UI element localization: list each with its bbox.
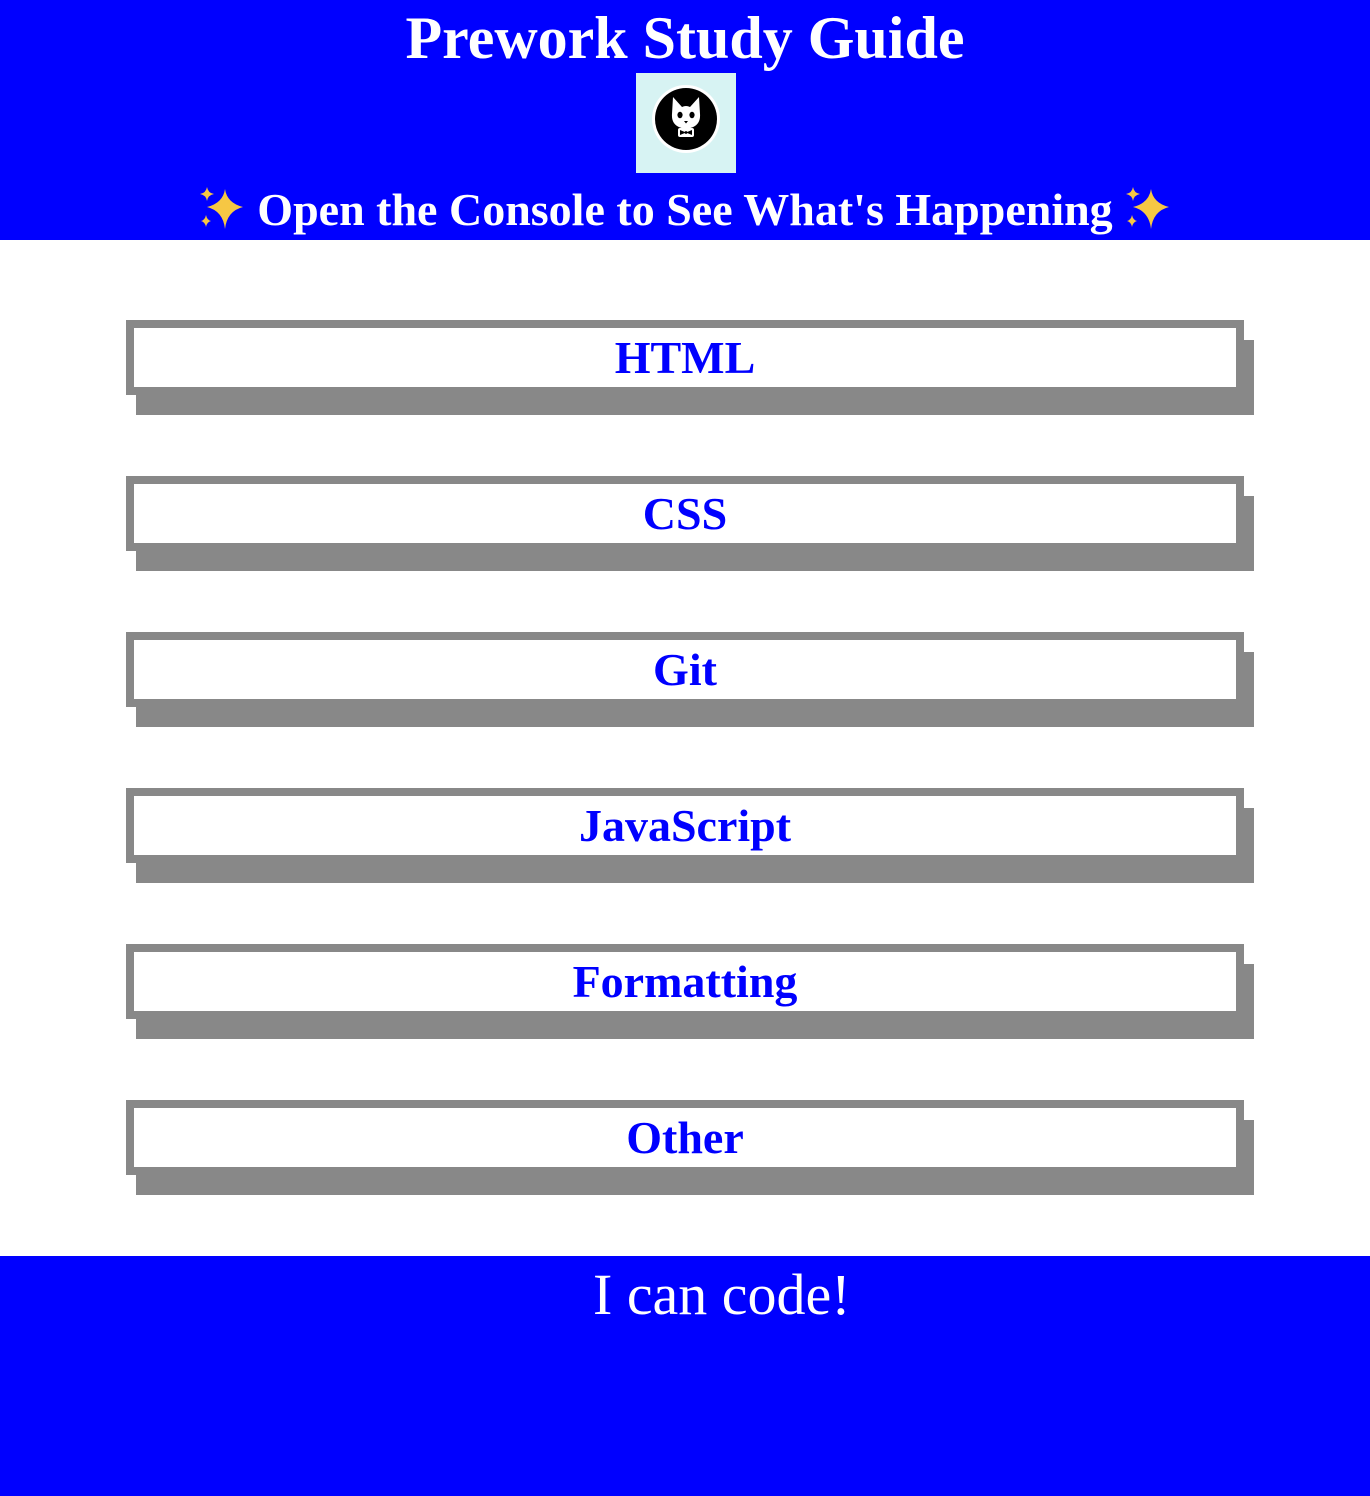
sparkles-icon	[1125, 187, 1169, 229]
topic-card-css[interactable]: CSS	[126, 476, 1244, 551]
topic-label: CSS	[642, 488, 728, 539]
topic-label: HTML	[614, 332, 756, 383]
topic-card-other[interactable]: Other	[126, 1100, 1244, 1175]
topic-label: JavaScript	[578, 800, 792, 851]
page-header: Prework Study Guide Open the Console to …	[0, 0, 1370, 240]
subtitle-text: Open the Console to See What's Happening	[257, 184, 1113, 235]
topic-card-html[interactable]: HTML	[126, 320, 1244, 395]
logo	[636, 73, 736, 173]
cat-logo-icon	[652, 85, 720, 153]
sparkles-icon	[200, 187, 244, 229]
topic-label: Git	[653, 644, 717, 695]
topic-card-javascript[interactable]: JavaScript	[126, 788, 1244, 863]
footer-text: I can code!	[593, 1262, 851, 1327]
topic-card-git[interactable]: Git	[126, 632, 1244, 707]
topic-label: Other	[626, 1112, 744, 1163]
topic-card-formatting[interactable]: Formatting	[126, 944, 1244, 1019]
page-title: Prework Study Guide	[405, 5, 965, 71]
topic-label: Formatting	[572, 956, 798, 1007]
subtitle: Open the Console to See What's Happening	[0, 180, 1370, 240]
page-footer: I can code!	[0, 1256, 1370, 1496]
